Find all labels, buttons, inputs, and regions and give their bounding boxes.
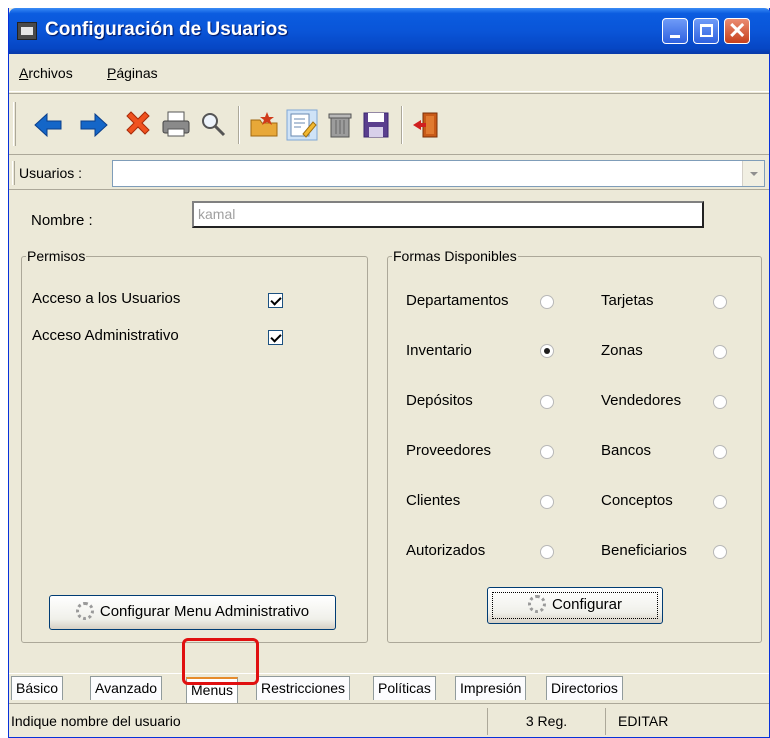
status-records: 3 Reg. xyxy=(487,708,605,735)
menu-paginas-label: áginas xyxy=(116,65,158,81)
forma-label-depositos: Depósitos xyxy=(406,392,473,409)
toolbar-grip[interactable] xyxy=(13,102,16,146)
status-bar: Indique nombre del usuario 3 Reg. EDITAR xyxy=(9,703,769,737)
chevron-down-icon[interactable] xyxy=(742,161,764,186)
forma-label-beneficiarios: Beneficiarios xyxy=(601,542,687,559)
maximize-icon xyxy=(700,24,713,37)
forma-radio-depositos[interactable] xyxy=(540,395,554,409)
perm-acceso-admin-checkbox[interactable] xyxy=(268,330,283,345)
usuarios-label: Usuarios : xyxy=(19,165,83,181)
close-button[interactable]: ✕ xyxy=(724,18,750,44)
tab-politicas[interactable]: Políticas xyxy=(373,676,436,700)
nombre-label: Nombre : xyxy=(31,212,93,229)
configurar-button[interactable]: Configurar xyxy=(487,587,663,624)
nombre-field[interactable]: kamal xyxy=(192,201,704,228)
title-bar[interactable]: Configuración de Usuarios ✕ xyxy=(9,8,770,54)
forma-radio-bancos[interactable] xyxy=(713,445,727,459)
forma-label-bancos: Bancos xyxy=(601,442,652,459)
tab-impresion[interactable]: Impresión xyxy=(455,676,527,700)
trash-icon[interactable] xyxy=(323,108,357,142)
menu-bar: Archivos Páginas xyxy=(9,54,769,92)
forma-radio-departamentos[interactable] xyxy=(540,295,554,309)
edit-icon[interactable] xyxy=(285,108,319,142)
forma-label-conceptos: Conceptos xyxy=(601,492,673,509)
close-icon: ✕ xyxy=(728,18,747,43)
usuarios-bar: Usuarios : xyxy=(9,156,769,190)
search-icon[interactable] xyxy=(197,108,231,142)
menu-archivos-accel: A xyxy=(19,65,29,81)
minimize-icon xyxy=(670,35,680,38)
forma-label-zonas: Zonas xyxy=(601,342,643,359)
usuarios-combobox[interactable] xyxy=(112,160,765,187)
new-folder-icon[interactable] xyxy=(247,108,281,142)
window-title: Configuración de Usuarios xyxy=(45,19,288,40)
menu-paginas[interactable]: Páginas xyxy=(107,65,158,81)
tab-strip: Básico Avanzado Menus Restricciones Polí… xyxy=(9,673,769,703)
toolbar-separator xyxy=(401,106,403,144)
maximize-button[interactable] xyxy=(693,18,719,44)
toolbar xyxy=(9,93,769,155)
focus-rect xyxy=(492,592,658,619)
forma-radio-clientes[interactable] xyxy=(540,495,554,509)
tab-avanzado[interactable]: Avanzado xyxy=(90,676,163,700)
forma-label-clientes: Clientes xyxy=(406,492,461,509)
forma-label-vendedores: Vendedores xyxy=(601,392,682,409)
configurar-menu-admin-button[interactable]: Configurar Menu Administrativo xyxy=(49,595,336,630)
perm-acceso-usuarios-label: Acceso a los Usuarios xyxy=(32,290,181,307)
forma-radio-conceptos[interactable] xyxy=(713,495,727,509)
forma-label-autorizados: Autorizados xyxy=(406,542,486,559)
perm-acceso-usuarios-checkbox[interactable] xyxy=(268,293,283,308)
forma-radio-tarjetas[interactable] xyxy=(713,295,727,309)
usuarios-grip[interactable] xyxy=(12,161,15,185)
forma-radio-proveedores[interactable] xyxy=(540,445,554,459)
tab-basico[interactable]: Básico xyxy=(11,676,64,700)
menu-paginas-accel: P xyxy=(107,65,117,81)
menu-archivos-label: rchivos xyxy=(28,65,73,81)
forma-label-inventario: Inventario xyxy=(406,342,472,359)
permisos-legend: Permisos xyxy=(27,248,86,264)
toolbar-separator xyxy=(238,106,240,144)
permisos-group: Permisos Acceso a los Usuarios Acceso Ad… xyxy=(21,248,368,643)
forma-label-proveedores: Proveedores xyxy=(406,442,492,459)
back-arrow-icon[interactable] xyxy=(31,108,65,142)
delete-x-icon[interactable] xyxy=(121,108,155,142)
exit-icon[interactable] xyxy=(409,108,443,142)
formas-legend: Formas Disponibles xyxy=(393,248,517,264)
minimize-button[interactable] xyxy=(662,18,688,44)
menu-archivos[interactable]: Archivos xyxy=(19,65,73,81)
forward-arrow-icon[interactable] xyxy=(77,108,111,142)
forma-radio-beneficiarios[interactable] xyxy=(713,545,727,559)
save-icon[interactable] xyxy=(359,108,393,142)
forma-radio-inventario[interactable] xyxy=(540,344,554,358)
configurar-menu-admin-label: Configurar Menu Administrativo xyxy=(99,603,310,620)
forma-radio-zonas[interactable] xyxy=(713,345,727,359)
main-window: Configuración de Usuarios ✕ Archivos Pág… xyxy=(8,8,770,738)
formas-group: Formas Disponibles Departamentos Inventa… xyxy=(387,248,762,643)
gear-icon xyxy=(527,595,546,614)
status-message: Indique nombre del usuario xyxy=(11,713,181,729)
perm-acceso-admin-label: Acceso Administrativo xyxy=(32,327,179,344)
forma-radio-autorizados[interactable] xyxy=(540,545,554,559)
tab-restricciones[interactable]: Restricciones xyxy=(256,676,351,700)
gear-icon xyxy=(75,602,94,621)
app-icon xyxy=(17,22,37,40)
status-mode: EDITAR xyxy=(605,708,769,735)
forma-radio-vendedores[interactable] xyxy=(713,395,727,409)
tab-directorios[interactable]: Directorios xyxy=(546,676,623,700)
forma-label-tarjetas: Tarjetas xyxy=(601,292,654,309)
menus-tab-highlight xyxy=(182,638,259,685)
print-icon[interactable] xyxy=(159,108,193,142)
forma-label-departamentos: Departamentos xyxy=(406,292,509,309)
